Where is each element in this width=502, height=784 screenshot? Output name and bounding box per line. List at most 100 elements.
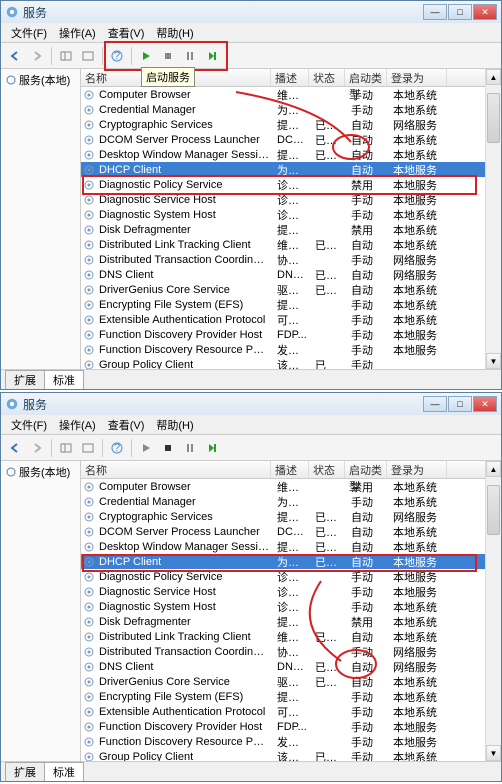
stop-button[interactable] — [158, 46, 178, 66]
close-button[interactable]: ✕ — [473, 4, 497, 20]
service-row[interactable]: Function Discovery Provider HostFDP...手动… — [81, 719, 485, 734]
cell-desc: 提供... — [273, 509, 311, 525]
forward-button[interactable] — [27, 46, 47, 66]
service-row[interactable]: Credential Manager为用...手动本地系统 — [81, 102, 485, 117]
start-button[interactable] — [136, 46, 156, 66]
service-row[interactable]: Encrypting File System (EFS)提供...手动本地系统 — [81, 689, 485, 704]
col-logon[interactable]: 登录为 — [387, 461, 447, 478]
menu-view[interactable]: 查看(V) — [102, 25, 151, 41]
pause-button[interactable] — [180, 438, 200, 458]
service-row[interactable]: Function Discovery Provider HostFDP...手动… — [81, 327, 485, 342]
tab-standard[interactable]: 标准 — [44, 370, 84, 389]
cell-status: 已启动 — [311, 674, 347, 690]
minimize-button[interactable]: — — [423, 396, 447, 412]
maximize-button[interactable]: □ — [448, 396, 472, 412]
service-row[interactable]: Extensible Authentication Protocol可扩...手… — [81, 312, 485, 327]
cell-desc: 发布... — [273, 734, 311, 750]
service-row[interactable]: Function Discovery Resource Publication发… — [81, 342, 485, 357]
col-startup[interactable]: 启动类型 — [345, 69, 387, 86]
service-row[interactable]: DNS ClientDNS...已启动自动网络服务 — [81, 659, 485, 674]
service-row[interactable]: Desktop Window Manager Session Manager提供… — [81, 147, 485, 162]
maximize-button[interactable]: □ — [448, 4, 472, 20]
show-hide-button[interactable] — [56, 438, 76, 458]
back-button[interactable] — [5, 46, 25, 66]
menu-file[interactable]: 文件(F) — [5, 417, 53, 433]
service-row[interactable]: Computer Browser维护...手动本地系统 — [81, 87, 485, 102]
menu-action[interactable]: 操作(A) — [53, 25, 102, 41]
forward-button[interactable] — [27, 438, 47, 458]
service-row[interactable]: Distributed Transaction Coordinator协调...… — [81, 252, 485, 267]
sidebar-item-services[interactable]: 服务(本地) — [3, 71, 78, 89]
help-button[interactable]: ? — [107, 438, 127, 458]
minimize-button[interactable]: — — [423, 4, 447, 20]
col-desc[interactable]: 播述 — [271, 69, 309, 86]
col-status[interactable]: 状态 — [309, 461, 345, 478]
menu-help[interactable]: 帮助(H) — [150, 417, 199, 433]
titlebar[interactable]: 服务 — □ ✕ — [1, 393, 501, 415]
service-row[interactable]: DNS ClientDNS...已启动自动网络服务 — [81, 267, 485, 282]
service-row[interactable]: DriverGenius Core Service驱动...已启动自动本地系统 — [81, 282, 485, 297]
menu-view[interactable]: 查看(V) — [102, 417, 151, 433]
col-desc[interactable]: 播述 — [271, 461, 309, 478]
service-row[interactable]: DHCP Client为此...自动本地服务 — [81, 162, 485, 177]
cell-desc: 提供... — [273, 117, 311, 133]
service-row[interactable]: Distributed Link Tracking Client维护...已启动… — [81, 237, 485, 252]
service-row[interactable]: Credential Manager为用...手动本地系统 — [81, 494, 485, 509]
service-row[interactable]: Distributed Link Tracking Client维护...已启动… — [81, 629, 485, 644]
cell-startup: 自动 — [347, 674, 389, 690]
service-row[interactable]: Disk Defragmenter提供...禁用本地系统 — [81, 614, 485, 629]
help-button[interactable]: ? — [107, 46, 127, 66]
service-row[interactable]: Function Discovery Resource Publication发… — [81, 734, 485, 749]
service-row[interactable]: Encrypting File System (EFS)提供...手动本地系统 — [81, 297, 485, 312]
service-row[interactable]: Cryptographic Services提供...已启动自动网络服务 — [81, 117, 485, 132]
tab-standard[interactable]: 标准 — [44, 762, 84, 781]
restart-button[interactable] — [202, 46, 222, 66]
pause-button[interactable] — [180, 46, 200, 66]
scroll-down-button[interactable]: ▼ — [486, 353, 501, 369]
service-row[interactable]: DCOM Server Process LauncherDCO...已启动自动本… — [81, 132, 485, 147]
vertical-scrollbar[interactable]: ▲ ▼ — [485, 69, 501, 369]
service-row[interactable]: Group Policy Client该服...已手动 — [81, 357, 485, 369]
tab-extended[interactable]: 扩展 — [5, 762, 45, 781]
stop-button[interactable] — [158, 438, 178, 458]
service-row[interactable]: Disk Defragmenter提供...禁用本地系统 — [81, 222, 485, 237]
menu-file[interactable]: 文件(F) — [5, 25, 53, 41]
menu-action[interactable]: 操作(A) — [53, 417, 102, 433]
tab-extended[interactable]: 扩展 — [5, 370, 45, 389]
show-hide-button[interactable] — [56, 46, 76, 66]
service-row[interactable]: Distributed Transaction Coordinator协调...… — [81, 644, 485, 659]
scroll-up-button[interactable]: ▲ — [486, 69, 501, 85]
sidebar-item-services[interactable]: 服务(本地) — [3, 463, 78, 481]
vertical-scrollbar[interactable]: ▲ ▼ — [485, 461, 501, 761]
cell-logon: 本地服务 — [389, 719, 449, 735]
export-button[interactable] — [78, 46, 98, 66]
close-button[interactable]: ✕ — [473, 396, 497, 412]
service-row[interactable]: Diagnostic System Host诊断...手动本地系统 — [81, 207, 485, 222]
service-row[interactable]: DriverGenius Core Service驱动...已启动自动本地系统 — [81, 674, 485, 689]
col-startup[interactable]: 启动类型 — [345, 461, 387, 478]
titlebar[interactable]: 服务 — □ ✕ — [1, 1, 501, 23]
service-row[interactable]: Cryptographic Services提供...已启动自动网络服务 — [81, 509, 485, 524]
scroll-down-button[interactable]: ▼ — [486, 745, 501, 761]
service-row[interactable]: Group Policy Client该服...已启动手动本地系统 — [81, 749, 485, 761]
service-row[interactable]: DCOM Server Process LauncherDCO...已启动自动本… — [81, 524, 485, 539]
restart-button[interactable] — [202, 438, 222, 458]
service-row[interactable]: DHCP Client为此...已启动自动本地服务 — [81, 554, 485, 569]
service-row[interactable]: Diagnostic Service Host诊断...手动本地服务 — [81, 192, 485, 207]
service-row[interactable]: Desktop Window Manager Session Manager提供… — [81, 539, 485, 554]
scroll-thumb[interactable] — [487, 485, 500, 535]
service-row[interactable]: Diagnostic Policy Service诊断...手动本地服务 — [81, 569, 485, 584]
back-button[interactable] — [5, 438, 25, 458]
service-row[interactable]: Extensible Authentication Protocol可扩...手… — [81, 704, 485, 719]
col-status[interactable]: 状态 — [309, 69, 345, 86]
start-button[interactable] — [136, 438, 156, 458]
scroll-thumb[interactable] — [487, 93, 500, 143]
service-row[interactable]: Computer Browser维护...禁用本地系统 — [81, 479, 485, 494]
col-logon[interactable]: 登录为 — [387, 69, 447, 86]
service-row[interactable]: Diagnostic Policy Service诊断...禁用本地服务 — [81, 177, 485, 192]
export-button[interactable] — [78, 438, 98, 458]
menu-help[interactable]: 帮助(H) — [150, 25, 199, 41]
service-row[interactable]: Diagnostic System Host诊断...手动本地系统 — [81, 599, 485, 614]
service-row[interactable]: Diagnostic Service Host诊断...手动本地服务 — [81, 584, 485, 599]
scroll-up-button[interactable]: ▲ — [486, 461, 501, 477]
